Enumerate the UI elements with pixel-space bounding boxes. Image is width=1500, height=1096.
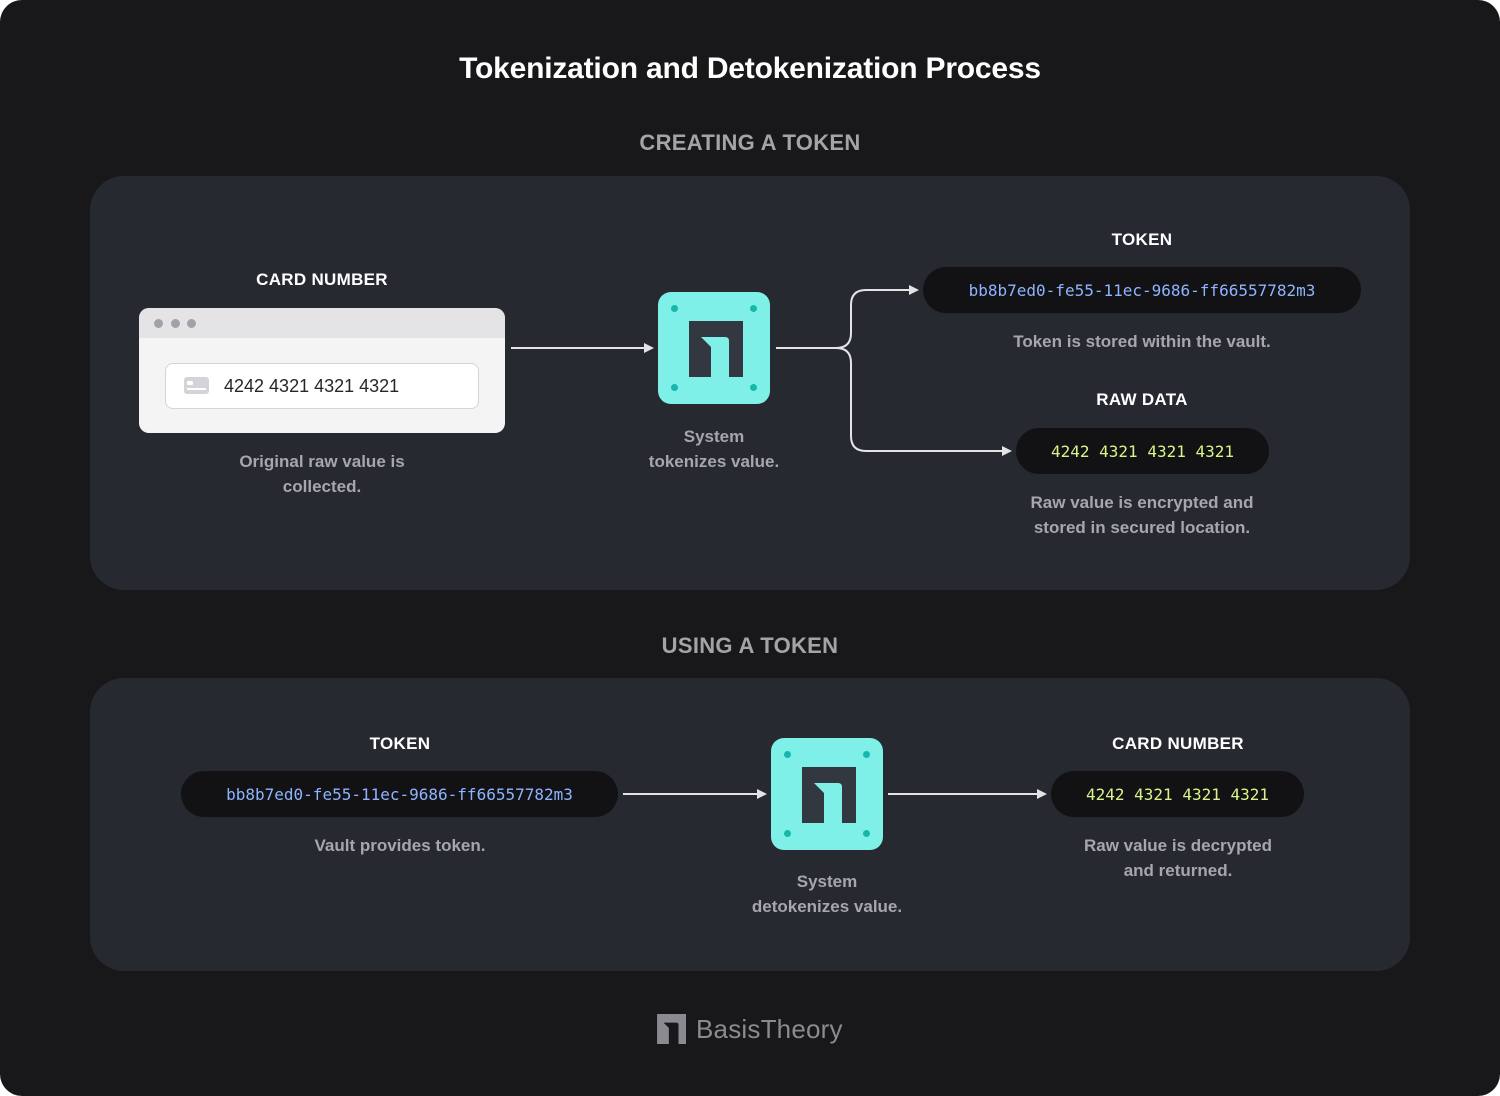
- arrow-icon: [835, 347, 1012, 456]
- basis-theory-logo-icon: [657, 1014, 686, 1044]
- footer-brand: BasisTheory: [656, 1013, 856, 1045]
- flow-connectors: [511, 285, 1047, 799]
- arrow-icon: [776, 285, 919, 349]
- diagram-frame: Tokenization and Detokenization Process …: [0, 0, 1500, 1096]
- brand-name: BasisTheory: [696, 1014, 843, 1044]
